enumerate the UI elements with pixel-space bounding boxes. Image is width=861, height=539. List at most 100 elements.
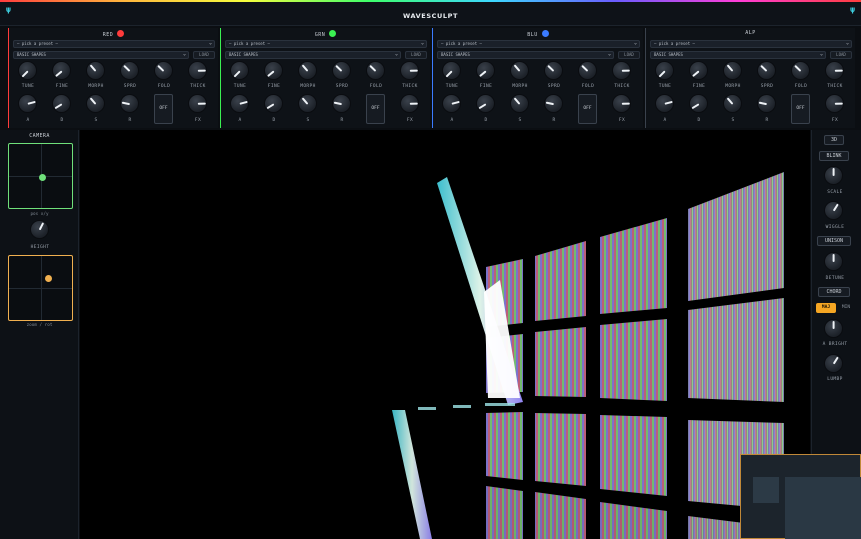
knob-sprd[interactable] (757, 61, 776, 80)
preset-select[interactable]: — pick a preset — ⌄ (650, 40, 852, 48)
wall-panel (600, 218, 667, 314)
knob-d[interactable] (264, 94, 283, 113)
camera-position-handle[interactable] (38, 173, 46, 181)
fold-off-toggle[interactable]: OFF (578, 94, 597, 124)
bank-select[interactable]: BASIC SHAPES ⌄ (225, 51, 401, 59)
height-knob[interactable] (30, 220, 49, 239)
load-button[interactable]: LOAD (830, 51, 852, 59)
knob-r[interactable] (757, 94, 776, 113)
knob-a[interactable] (230, 94, 249, 113)
knob-a[interactable] (442, 94, 461, 113)
knob-fx[interactable] (188, 94, 207, 113)
preset-select-value: — pick a preset — (17, 41, 58, 46)
knob-fold[interactable] (154, 61, 173, 80)
knob-r[interactable] (544, 94, 563, 113)
chevron-down-icon: ⌄ (633, 40, 637, 46)
preset-select-value: — pick a preset — (654, 41, 695, 46)
wall-panel (535, 241, 586, 321)
knob-s[interactable] (86, 94, 105, 113)
preview-thumbnail[interactable] (740, 454, 861, 539)
knob-label: TUNE (658, 84, 672, 89)
channel-header: BLU (433, 30, 643, 38)
channel-blu: BLU — pick a preset — ⌄ BASIC SHAPES ⌄ LOAD TU… (432, 28, 643, 128)
channel-color-dot[interactable] (117, 30, 125, 37)
knob-tune[interactable] (442, 61, 461, 80)
knob-thick[interactable] (400, 61, 419, 80)
knob-fine[interactable] (264, 61, 283, 80)
knob-fx[interactable] (612, 94, 631, 113)
channel-color-dot[interactable] (541, 30, 549, 37)
preset-select[interactable]: — pick a preset — ⌄ (437, 40, 640, 48)
load-button[interactable]: LOAD (405, 51, 427, 59)
knob-thick[interactable] (825, 61, 844, 80)
fold-off-toggle[interactable]: OFF (791, 94, 810, 124)
bank-select[interactable]: BASIC SHAPES ⌄ (13, 51, 189, 59)
scale-knob[interactable] (824, 166, 843, 185)
knob-s[interactable] (510, 94, 529, 113)
knob-s[interactable] (298, 94, 317, 113)
knob-fold[interactable] (366, 61, 385, 80)
knob-r[interactable] (332, 94, 351, 113)
unison-button[interactable]: UNISON (817, 236, 851, 246)
knob-a[interactable] (18, 94, 37, 113)
knob-d[interactable] (52, 94, 71, 113)
chord-button[interactable]: CHORD (818, 287, 850, 297)
knob-d[interactable] (476, 94, 495, 113)
camera-position-pad[interactable] (8, 143, 73, 209)
bank-select[interactable]: BASIC SHAPES ⌄ (650, 51, 826, 59)
wall-panel (535, 413, 586, 486)
camera-orbit-pad[interactable] (8, 255, 73, 321)
knob-fine[interactable] (476, 61, 495, 80)
knob-tune[interactable] (655, 61, 674, 80)
load-button[interactable]: LOAD (193, 51, 215, 59)
knob-label: FOLD (794, 84, 808, 89)
wiggle-knob[interactable] (824, 201, 843, 220)
rainbow-strip (0, 0, 861, 2)
knob-fine[interactable] (689, 61, 708, 80)
mode-3d-button[interactable]: 3D (824, 135, 844, 145)
camera-orbit-handle[interactable] (44, 274, 52, 282)
knob-a[interactable] (655, 94, 674, 113)
wall-panel (486, 486, 523, 539)
knob-thick[interactable] (612, 61, 631, 80)
knob-fx[interactable] (825, 94, 844, 113)
knob-thick[interactable] (188, 61, 207, 80)
knob-tune[interactable] (18, 61, 37, 80)
chord-minor-button[interactable]: MIN (838, 303, 854, 313)
knob-label: THICK (190, 84, 206, 89)
blink-button[interactable]: BLINK (819, 151, 849, 161)
knob-morph[interactable] (723, 61, 742, 80)
knob-tune[interactable] (230, 61, 249, 80)
load-button[interactable]: LOAD (618, 51, 640, 59)
pos-caption: pos x/y (30, 212, 49, 217)
fold-off-toggle[interactable]: OFF (154, 94, 173, 124)
knob-fine[interactable] (52, 61, 71, 80)
knob-sprd[interactable] (120, 61, 139, 80)
preset-select[interactable]: — pick a preset — ⌄ (225, 40, 427, 48)
knob-fx[interactable] (400, 94, 419, 113)
knob-morph[interactable] (298, 61, 317, 80)
knob-r[interactable] (120, 94, 139, 113)
knob-morph[interactable] (510, 61, 529, 80)
knob-sprd[interactable] (544, 61, 563, 80)
a-bright-knob[interactable] (824, 319, 843, 338)
bank-select[interactable]: BASIC SHAPES ⌄ (437, 51, 614, 59)
channel-alp: ALP — pick a preset — ⌄ BASIC SHAPES ⌄ LOAD TU… (645, 28, 855, 128)
knob-fold[interactable] (791, 61, 810, 80)
knob-label: FINE (692, 84, 706, 89)
knob-fold[interactable] (578, 61, 597, 80)
lumbp-knob[interactable] (824, 354, 843, 373)
knob-label: THICK (402, 84, 418, 89)
chord-major-button[interactable]: MAJ (816, 303, 836, 313)
fold-off-toggle[interactable]: OFF (366, 94, 385, 124)
knob-label: SPRD (760, 84, 774, 89)
knob-sprd[interactable] (332, 61, 351, 80)
knob-d[interactable] (689, 94, 708, 113)
knob-morph[interactable] (86, 61, 105, 80)
detune-knob[interactable] (824, 252, 843, 271)
knob-s[interactable] (723, 94, 742, 113)
channel-color-dot[interactable] (329, 30, 337, 37)
knob-label: R (340, 118, 344, 123)
render-viewport[interactable] (80, 130, 810, 539)
preset-select[interactable]: — pick a preset — ⌄ (13, 40, 215, 48)
